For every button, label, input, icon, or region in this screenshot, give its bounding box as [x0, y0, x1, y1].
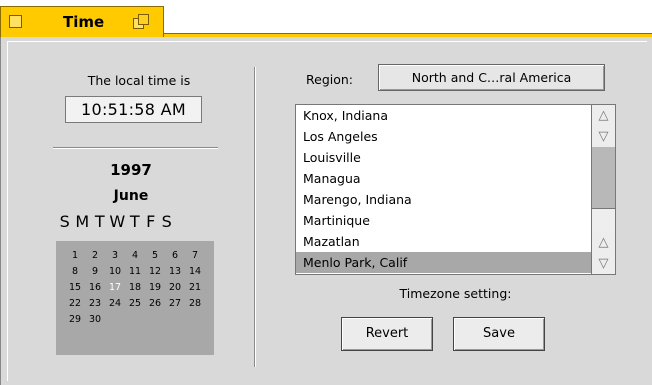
local-time-display: 10:51:58 AM	[65, 96, 202, 123]
calendar-day[interactable]: 21	[185, 280, 205, 296]
calendar-day[interactable]: 20	[165, 280, 185, 296]
calendar-day[interactable]: 18	[125, 280, 145, 296]
calendar-day[interactable]	[185, 312, 205, 328]
close-box-icon[interactable]	[9, 15, 22, 28]
scroll-down-arrow-icon[interactable]: ▽	[592, 126, 615, 147]
timezone-scrollbar[interactable]: △ ▽ △ ▽	[591, 105, 615, 274]
timezone-list-item[interactable]: Martinique	[296, 210, 592, 231]
calendar-day[interactable]: 29	[65, 312, 85, 328]
timezone-list[interactable]: Knox, Indiana Los Angeles Louisville Man…	[295, 104, 616, 275]
calendar-day[interactable]: 3	[105, 248, 125, 264]
timezone-list-item-selected[interactable]: Menlo Park, Calif	[296, 252, 592, 273]
calendar-day[interactable]: 6	[165, 248, 185, 264]
calendar-day[interactable]: 25	[125, 296, 145, 312]
weekday-label: M	[75, 212, 90, 231]
revert-button[interactable]: Revert	[341, 317, 433, 351]
calendar-week: 15 16 17 18 19 20 21	[56, 280, 214, 296]
title-bar[interactable]: Time	[0, 0, 652, 37]
calendar-day[interactable]: 24	[105, 296, 125, 312]
calendar-day[interactable]: 8	[65, 264, 85, 280]
calendar-day-today[interactable]: 17	[105, 280, 125, 296]
calendar-day[interactable]: 14	[185, 264, 205, 280]
timezone-setting-label: Timezone setting:	[399, 286, 512, 301]
timezone-list-items: Knox, Indiana Los Angeles Louisville Man…	[296, 105, 592, 273]
region-popup-button[interactable]: North and C…ral America	[378, 64, 605, 91]
calendar-day[interactable]: 23	[85, 296, 105, 312]
calendar-day[interactable]: 2	[85, 248, 105, 264]
calendar-day[interactable]: 27	[165, 296, 185, 312]
calendar-year: 1997	[110, 161, 152, 179]
calendar-day[interactable]: 7	[185, 248, 205, 264]
timezone-list-item[interactable]: Los Angeles	[296, 126, 592, 147]
calendar-day[interactable]: 1	[65, 248, 85, 264]
calendar-day[interactable]: 15	[65, 280, 85, 296]
timezone-list-item[interactable]: Marengo, Indiana	[296, 189, 592, 210]
timezone-list-item[interactable]: Louisville	[296, 147, 592, 168]
calendar-week: 22 23 24 25 26 27 28	[56, 296, 214, 312]
calendar-grid: 1234567 8 9 10 11 12 13 14 15 16 17 18 19 20 21 22 23…	[56, 241, 214, 355]
weekday-label: T	[94, 212, 106, 231]
weekday-label: W	[109, 212, 126, 231]
window-title: Time	[63, 13, 105, 31]
calendar-day[interactable]: 4	[125, 248, 145, 264]
region-label: Region:	[306, 72, 354, 87]
vertical-divider	[254, 67, 256, 367]
calendar-day[interactable]: 9	[85, 264, 105, 280]
calendar-day[interactable]: 13	[165, 264, 185, 280]
calendar-day[interactable]: 30	[85, 312, 105, 328]
horizontal-divider	[53, 147, 218, 149]
calendar-week: 29 30	[56, 312, 214, 328]
timezone-list-item[interactable]: Knox, Indiana	[296, 105, 592, 126]
scroll-down-arrow-icon[interactable]: ▽	[592, 253, 615, 274]
calendar-month: June	[113, 188, 149, 204]
time-panel: The local time is 10:51:58 AM 1997 June …	[0, 37, 652, 385]
weekday-label: S	[161, 212, 173, 231]
calendar-week: 1234567	[56, 248, 214, 264]
zoom-box-icon[interactable]	[133, 14, 151, 30]
calendar-day[interactable]: 19	[145, 280, 165, 296]
scroll-up-arrow-icon[interactable]: △	[592, 105, 615, 126]
calendar-day[interactable]: 28	[185, 296, 205, 312]
weekday-label: F	[146, 212, 156, 231]
calendar-day[interactable]: 16	[85, 280, 105, 296]
calendar-day[interactable]: 10	[105, 264, 125, 280]
timezone-list-item[interactable]: Managua	[296, 168, 592, 189]
weekday-header: SMTWTFS	[57, 212, 213, 231]
calendar-day[interactable]	[165, 312, 185, 328]
scrollbar-thumb[interactable]	[592, 208, 615, 234]
calendar-day[interactable]: 5	[145, 248, 165, 264]
local-time-label: The local time is	[87, 73, 191, 88]
calendar-day[interactable]: 12	[145, 264, 165, 280]
weekday-label: T	[129, 212, 141, 231]
timezone-list-item[interactable]: Mazatlan	[296, 231, 592, 252]
calendar-week: 8 9 10 11 12 13 14	[56, 264, 214, 280]
window-tab[interactable]: Time	[0, 6, 164, 37]
scroll-up-arrow-icon[interactable]: △	[592, 232, 615, 253]
calendar-day[interactable]: 26	[145, 296, 165, 312]
calendar-day[interactable]: 11	[125, 264, 145, 280]
save-button[interactable]: Save	[453, 317, 545, 351]
weekday-label: S	[59, 212, 71, 231]
calendar-day[interactable]	[105, 312, 125, 328]
calendar-day[interactable]: 22	[65, 296, 85, 312]
calendar-day[interactable]	[145, 312, 165, 328]
calendar-day[interactable]	[125, 312, 145, 328]
